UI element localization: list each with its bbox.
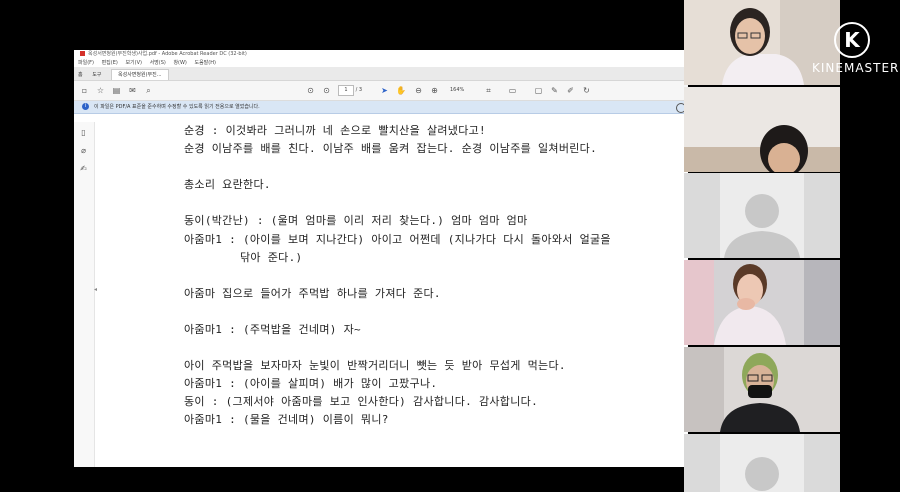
document-page: 순경 : 이것봐라 그러니까 네 손으로 빨치산을 살려냈다고! 순경 이남주를 … xyxy=(184,122,678,467)
page-thumbnail-icon[interactable]: ▯ xyxy=(79,128,88,137)
participant-tile-6 xyxy=(684,434,840,492)
script-line: 아줌마1 : (주먹밥을 건네며) 자~ xyxy=(184,323,361,336)
kinemaster-watermark: K KINEMASTER xyxy=(812,22,900,75)
participant-video-2 xyxy=(684,87,840,172)
reader-body: ▯ ⌀ ✍ ◂ 순경 : 이것봐라 그러니까 네 손으로 빨치산을 살려냈다고!… xyxy=(74,122,688,467)
menu-view[interactable]: 보기(V) xyxy=(125,60,142,66)
participant-tile-2 xyxy=(684,87,840,172)
script-line: 닦아 준다.) xyxy=(240,251,303,264)
participant-tile-4 xyxy=(684,260,840,345)
script-line: 아이 주먹밥을 보자마자 눈빛이 반짝거리더니 뺏는 듯 받아 무섭게 먹는다. xyxy=(184,359,566,372)
tab-document[interactable]: 옥성사면청원(무진... xyxy=(111,69,169,80)
participant-tile-3 xyxy=(684,173,840,258)
participant-video-5 xyxy=(684,347,840,432)
participant-tile-5 xyxy=(684,347,840,432)
kinemaster-wordmark: KINEMASTER xyxy=(812,61,900,75)
avatar-placeholder-icon xyxy=(684,434,840,492)
script-line: 아줌마1 : (물을 건네며) 이름이 뭐니? xyxy=(184,413,389,426)
comment-icon[interactable]: ▢ xyxy=(534,86,543,95)
page-indicator: 1 / 3 xyxy=(338,85,362,96)
script-line: 총소리 요란한다. xyxy=(184,178,271,191)
next-page-icon[interactable]: ⊙ xyxy=(322,86,331,95)
scroll-mode-icon[interactable]: ▭ xyxy=(508,86,517,95)
save-icon[interactable]: ▫ xyxy=(80,86,89,95)
select-cursor-icon[interactable]: ➤ xyxy=(380,86,389,95)
search-icon[interactable]: ⌕ xyxy=(144,86,153,95)
menu-help[interactable]: 도움말(H) xyxy=(194,60,215,66)
info-bar: i 이 파일은 PDF/A 표준을 준수하며 수정할 수 있도록 읽기 전용으로 … xyxy=(74,101,688,114)
zoom-level[interactable]: 164% xyxy=(450,85,464,95)
participant-video-4 xyxy=(684,260,840,345)
tab-bar: 홈 도구 옥성사면청원(무진... xyxy=(74,67,688,81)
script-line: 아줌마1 : (아이를 보며 지나간다) 아이고 어쩐데 (지나가다 다시 돌아… xyxy=(184,233,611,246)
info-icon: i xyxy=(82,103,89,110)
kinemaster-logo-icon: K xyxy=(834,22,870,58)
script-line: 아줌마 집으로 들어가 주먹밥 하나를 가져다 준다. xyxy=(184,287,441,300)
menu-sign[interactable]: 서명(S) xyxy=(150,60,166,66)
print-icon[interactable]: ▤ xyxy=(112,86,121,95)
script-line: 동이 : (그제서야 아줌마를 보고 인사한다) 감사합니다. 감사합니다. xyxy=(184,395,538,408)
highlight-pen-icon[interactable]: ✎ xyxy=(550,86,559,95)
attachment-icon[interactable]: ⌀ xyxy=(79,146,88,155)
toolbar: ▫ ☆ ▤ ✉ ⌕ ⊙ ⊙ 1 / 3 ➤ ✋ ⊖ ⊕ 164% ⌗ ▭ ▢ ✎… xyxy=(74,81,688,101)
zoom-out-icon[interactable]: ⊖ xyxy=(414,86,423,95)
fit-page-icon[interactable]: ⌗ xyxy=(484,86,493,95)
hand-tool-icon[interactable]: ✋ xyxy=(396,86,406,95)
script-line: 순경 : 이것봐라 그러니까 네 손으로 빨치산을 살려냈다고! xyxy=(184,124,486,137)
window-title: 옥성서면청원(무진학생)사업.pdf - Adobe Acrobat Reade… xyxy=(88,51,247,57)
draw-icon[interactable]: ✐ xyxy=(566,86,575,95)
menu-window[interactable]: 창(W) xyxy=(173,60,186,66)
bookmark-star-icon[interactable]: ☆ xyxy=(96,86,105,95)
avatar-placeholder-icon xyxy=(684,173,840,258)
menu-bar: 파일(F) 편집(E) 보기(V) 서명(S) 창(W) 도움말(H) xyxy=(74,59,688,67)
page-number-input[interactable]: 1 xyxy=(338,85,354,96)
window-titlebar: 옥성서면청원(무진학생)사업.pdf - Adobe Acrobat Reade… xyxy=(74,50,688,59)
menu-file[interactable]: 파일(F) xyxy=(78,60,94,66)
script-line: 아줌마1 : (아이를 살피며) 배가 많이 고팠구나. xyxy=(184,377,438,390)
side-tool-panel: ▯ ⌀ ✍ xyxy=(74,122,95,467)
email-icon[interactable]: ✉ xyxy=(128,86,137,95)
zoom-in-icon[interactable]: ⊕ xyxy=(430,86,439,95)
rotate-icon[interactable]: ↻ xyxy=(582,86,591,95)
page-total: / 3 xyxy=(355,87,363,93)
script-line: 순경 이남주를 배를 친다. 이남주 배를 움켜 잡는다. 순경 이남주를 일쳐… xyxy=(184,142,598,155)
fill-sign-icon[interactable]: ✍ xyxy=(79,164,88,173)
info-bar-message: 이 파일은 PDF/A 표준을 준수하며 수정할 수 있도록 읽기 전용으로 열… xyxy=(94,104,260,110)
pdf-reader-window: 옥성서면청원(무진학생)사업.pdf - Adobe Acrobat Reade… xyxy=(74,50,688,467)
menu-edit[interactable]: 편집(E) xyxy=(102,60,118,66)
acrobat-logo-icon xyxy=(80,51,85,56)
script-line: 동이(박간난) : (울며 엄마를 이리 저리 찾는다.) 엄마 엄마 엄마 xyxy=(184,214,528,227)
panel-collapse-handle[interactable]: ◂ xyxy=(94,286,97,293)
previous-page-icon[interactable]: ⊙ xyxy=(306,86,315,95)
